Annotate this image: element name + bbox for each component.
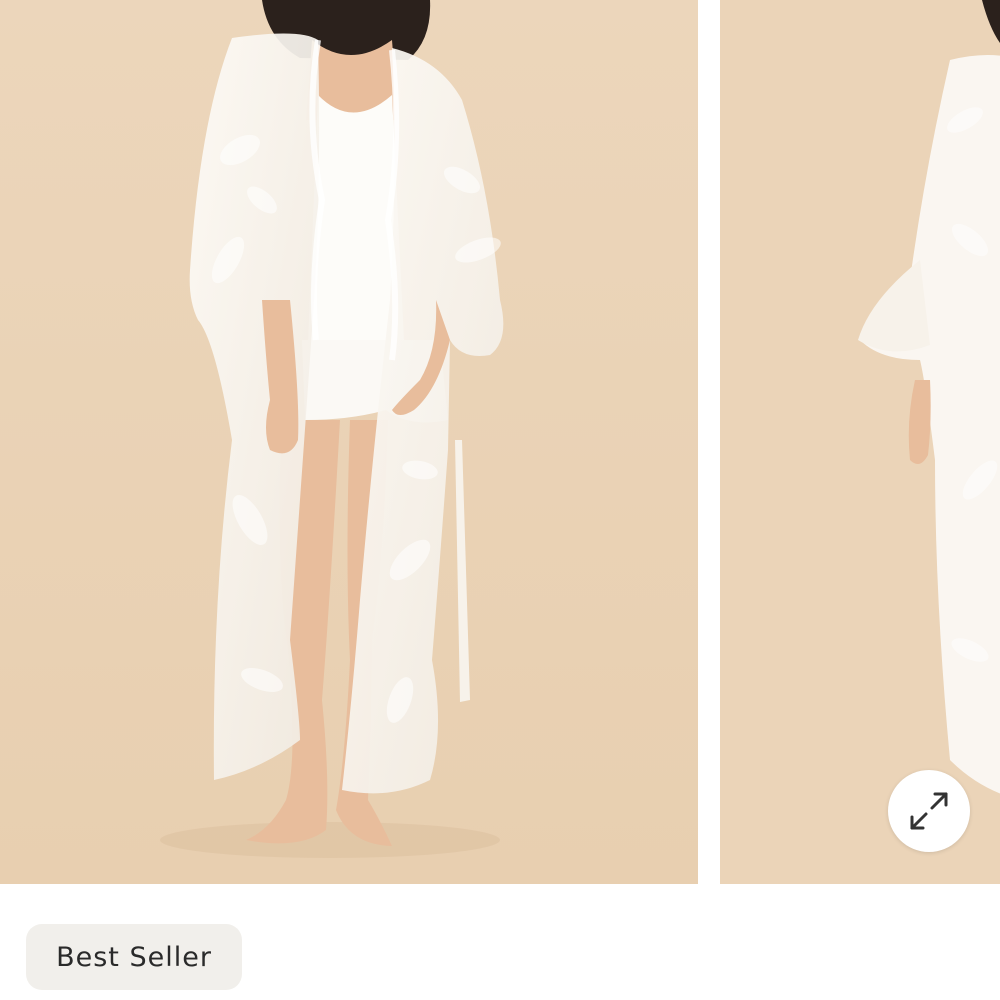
product-image-side[interactable] <box>720 0 1000 884</box>
expand-image-button[interactable] <box>888 770 970 852</box>
product-image-carousel[interactable] <box>0 0 1000 884</box>
expand-arrows-icon <box>910 792 948 830</box>
floor-shadow <box>160 822 500 858</box>
best-seller-label: Best Seller <box>56 941 212 973</box>
best-seller-badge: Best Seller <box>26 924 242 990</box>
product-image-front[interactable] <box>0 0 698 884</box>
front-view-illustration <box>0 0 698 884</box>
side-view-illustration <box>720 0 1000 884</box>
